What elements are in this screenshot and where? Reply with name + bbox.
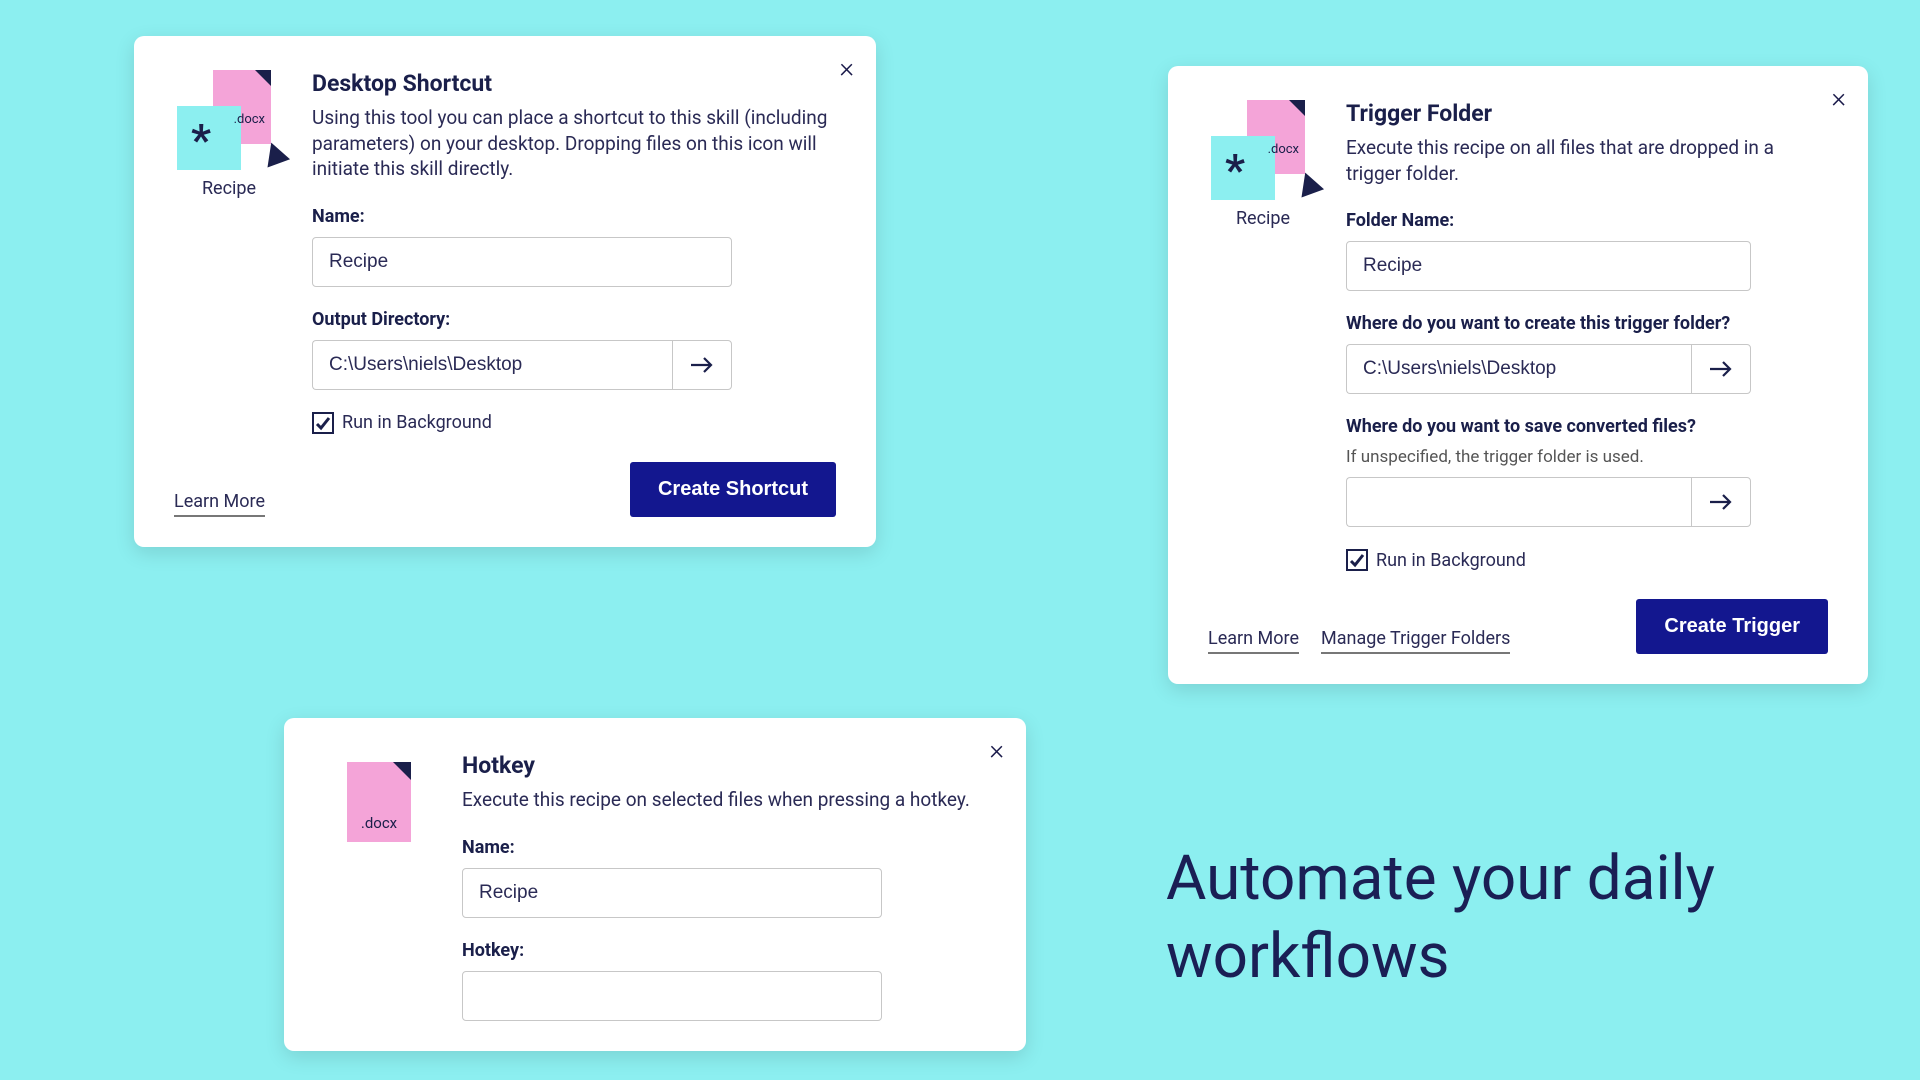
run-in-background-label: Run in Background: [1376, 550, 1526, 571]
trigger-folder-dialog: × .docx * Recipe Trigger Folder Execute …: [1168, 66, 1868, 684]
dialog-description: Execute this recipe on selected files wh…: [462, 787, 986, 813]
arrow-right-icon: [689, 355, 715, 375]
where-save-label: Where do you want to save converted file…: [1346, 416, 1828, 437]
learn-more-link[interactable]: Learn More: [1208, 628, 1299, 654]
dialog-title: Trigger Folder: [1346, 100, 1828, 127]
name-label: Name:: [312, 206, 836, 227]
learn-more-link[interactable]: Learn More: [174, 491, 265, 517]
arrow-right-icon: [1708, 492, 1734, 512]
browse-output-directory-button[interactable]: [672, 340, 732, 390]
where-create-input[interactable]: [1346, 344, 1691, 394]
run-in-background-label: Run in Background: [342, 412, 492, 433]
close-icon[interactable]: ×: [839, 54, 854, 82]
name-input[interactable]: [312, 237, 732, 287]
run-in-background-checkbox[interactable]: [312, 412, 334, 434]
create-trigger-button[interactable]: Create Trigger: [1636, 599, 1828, 654]
run-in-background-checkbox[interactable]: [1346, 549, 1368, 571]
icon-caption: Recipe: [1236, 208, 1290, 229]
close-icon[interactable]: ×: [1831, 84, 1846, 112]
folder-name-label: Folder Name:: [1346, 210, 1828, 231]
icon-caption: Recipe: [202, 178, 256, 199]
where-create-label: Where do you want to create this trigger…: [1346, 313, 1828, 334]
recipe-icon-block: .docx: [324, 752, 434, 1021]
browse-save-location-button[interactable]: [1691, 477, 1751, 527]
dialog-description: Using this tool you can place a shortcut…: [312, 105, 836, 182]
check-icon: [1349, 552, 1365, 568]
output-directory-label: Output Directory:: [312, 309, 836, 330]
name-input[interactable]: [462, 868, 882, 918]
recipe-files-icon: .docx *: [177, 70, 281, 170]
hotkey-input[interactable]: [462, 971, 882, 1021]
hotkey-label: Hotkey:: [462, 940, 986, 961]
folder-name-input[interactable]: [1346, 241, 1751, 291]
dialog-title: Hotkey: [462, 752, 986, 779]
recipe-icon-block: .docx * Recipe: [174, 70, 284, 434]
hotkey-dialog: × .docx Hotkey Execute this recipe on se…: [284, 718, 1026, 1051]
where-save-input[interactable]: [1346, 477, 1691, 527]
where-save-sublabel: If unspecified, the trigger folder is us…: [1346, 447, 1828, 467]
browse-create-location-button[interactable]: [1691, 344, 1751, 394]
page-headline: Automate your daily workflows: [1166, 840, 1866, 995]
recipe-files-icon: .docx *: [1211, 100, 1315, 200]
dialog-description: Execute this recipe on all files that ar…: [1346, 135, 1828, 186]
manage-trigger-folders-link[interactable]: Manage Trigger Folders: [1321, 628, 1510, 654]
docx-file-icon: .docx: [347, 762, 411, 842]
output-directory-input[interactable]: [312, 340, 672, 390]
recipe-icon-block: .docx * Recipe: [1208, 100, 1318, 571]
create-shortcut-button[interactable]: Create Shortcut: [630, 462, 836, 517]
name-label: Name:: [462, 837, 986, 858]
arrow-right-icon: [1708, 359, 1734, 379]
desktop-shortcut-dialog: × .docx * Recipe Desktop Shortcut Using …: [134, 36, 876, 547]
dialog-title: Desktop Shortcut: [312, 70, 836, 97]
check-icon: [315, 415, 331, 431]
close-icon[interactable]: ×: [989, 736, 1004, 764]
